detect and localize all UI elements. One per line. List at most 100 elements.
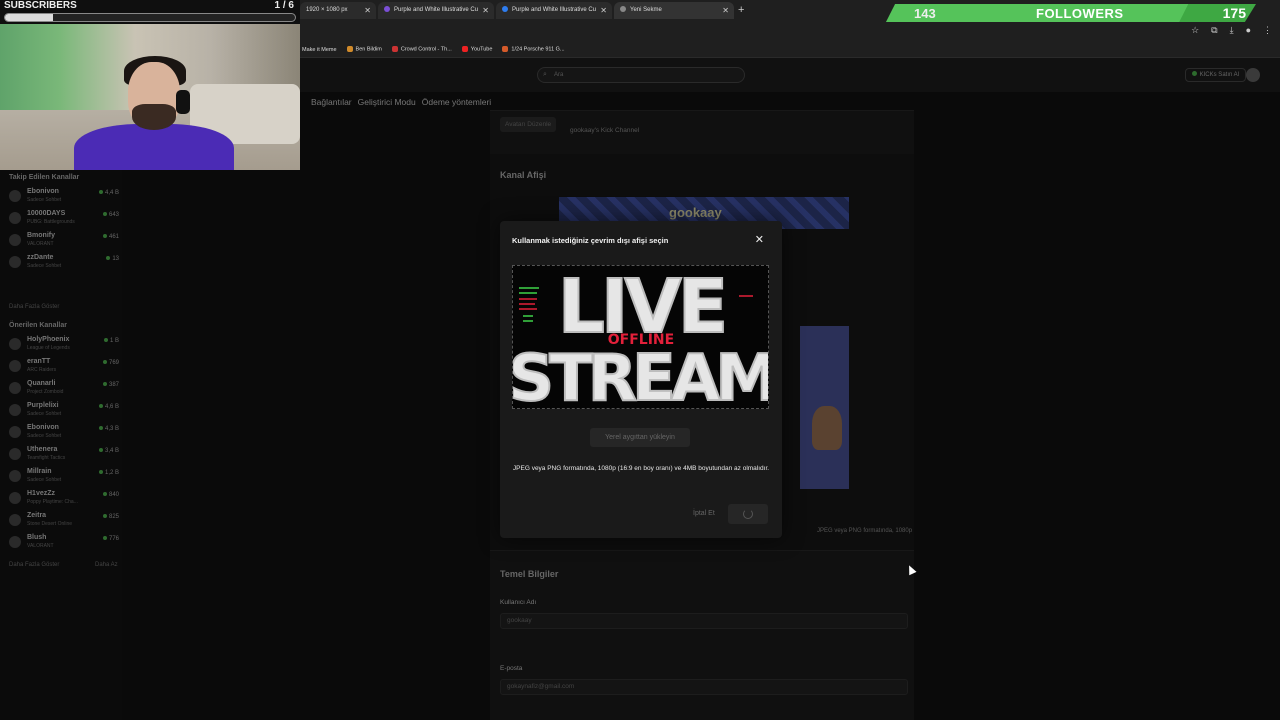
sidebar-channel[interactable]: zzDante Sadece Sohbet 13	[9, 252, 119, 274]
avatar	[9, 360, 21, 372]
followers-goal-value: 175	[1222, 5, 1246, 21]
sidebar-channel[interactable]: eranTT ARC Raiders 769	[9, 356, 119, 378]
banner-title: Kanal Afişi	[500, 170, 547, 180]
avatar	[9, 426, 21, 438]
search-icon: ⌕	[543, 71, 547, 78]
kicks-icon	[1191, 71, 1197, 76]
plus-icon[interactable]: +	[738, 2, 744, 18]
followers-current: 143	[914, 6, 936, 21]
sidebar-channel[interactable]: Purplelixi Sadece Sohbet 4,6 B	[9, 400, 119, 422]
close-icon[interactable]: ✕	[755, 233, 764, 246]
upload-from-device-button[interactable]: Yerel aygıttan yükleyin	[590, 428, 690, 447]
avatar	[9, 448, 21, 460]
sidebar-channel[interactable]: Millrain Sadece Sohbet 1,2 B	[9, 466, 119, 488]
close-tab-icon[interactable]: ✕	[482, 2, 489, 19]
settings-tabs: Bağlantılar Geliştirici Modu Ödeme yönte…	[311, 97, 491, 107]
avatar	[9, 190, 21, 202]
avatar[interactable]	[1246, 68, 1260, 82]
username-field[interactable]: gookaay	[500, 613, 908, 629]
save-button[interactable]	[728, 504, 768, 524]
file-requirements-text: JPEG veya PNG formatında, 1080p (16:9 en…	[512, 465, 770, 472]
avatar	[9, 234, 21, 246]
bookmark-item[interactable]: Make it Meme	[302, 47, 337, 53]
channel-name: gookaay's Kick Channel	[570, 127, 640, 134]
avatar	[9, 404, 21, 416]
edit-avatar-button[interactable]: Avatarı Düzenle	[500, 117, 557, 132]
sidebar-channel[interactable]: Uthenera Teamfight Tactics 3,4 B	[9, 444, 119, 466]
offline-banner-preview	[800, 326, 849, 489]
sidebar-channel[interactable]: H1vezZz Poppy Playtime: Cha... 840	[9, 488, 119, 510]
cancel-button[interactable]: İptal Et	[693, 510, 715, 517]
avatar	[9, 212, 21, 224]
tab-developer-mode[interactable]: Geliştirici Modu	[358, 97, 416, 107]
sidebar-channel[interactable]: Quanarli Project Zomboid 387	[9, 378, 119, 400]
webcam-feed	[0, 24, 300, 170]
sidebar-channel[interactable]: Ebonivon Sadece Sohbet 4,3 B	[9, 422, 119, 444]
browser-tab[interactable]: Purple and White Illustrative Cu ✕	[378, 2, 494, 19]
recommended-channels-title: Önerilen Kanallar	[9, 322, 67, 329]
chrome-icon	[620, 6, 626, 13]
subscribers-label: SUBSCRIBERS	[4, 0, 77, 11]
sidebar: Takip Edilen Kanallar Ebonivon Sadece Soh…	[0, 170, 122, 720]
followers-goal: 143 FOLLOWERS 175	[886, 4, 1256, 22]
browser-tab-active[interactable]: Yeni Sekme ✕	[614, 2, 734, 19]
subscribers-progress-bar	[4, 13, 296, 22]
close-tab-icon[interactable]: ✕	[722, 2, 729, 19]
search-input[interactable]: ⌕ Ara	[537, 67, 745, 83]
avatar	[9, 256, 21, 268]
bookmarks-bar: Make it Meme Ben Bildim Crowd Control - …	[300, 42, 1280, 58]
bookmark-item[interactable]: Ben Bildim	[346, 46, 382, 53]
offline-hint: JPEG veya PNG formatında, 1080p	[817, 528, 913, 534]
basic-info-title: Temel Bilgiler	[500, 569, 559, 579]
avatar	[9, 492, 21, 504]
browser-tab[interactable]: 1920 × 1080 px ✕	[300, 2, 376, 19]
sidebar-channel[interactable]: 10000DAYS PUBG: Battlegrounds 643	[9, 208, 119, 230]
dialog-title: Kullanmak istediğiniz çevrim dışı afişi …	[512, 236, 669, 245]
bookmark-icon	[391, 46, 398, 53]
buy-kicks-button[interactable]: KICKs Satın Al	[1184, 68, 1246, 82]
bookmark-icon	[502, 46, 509, 53]
avatar	[9, 536, 21, 548]
offline-banner-image[interactable]: LIVE STREAM OFFLINE	[512, 265, 769, 409]
tab-payment-methods[interactable]: Ödeme yöntemleri	[422, 97, 491, 107]
tab-connections[interactable]: Bağlantılar	[311, 97, 352, 107]
username-label: Kullanıcı Adı	[500, 599, 537, 606]
sidebar-channel[interactable]: Bmonify VALORANT 461	[9, 230, 119, 252]
avatar	[9, 338, 21, 350]
show-more-followed[interactable]: Daha Fazla Göster	[9, 304, 59, 310]
download-icon[interactable]: ⤓	[1230, 25, 1234, 36]
close-tab-icon[interactable]: ✕	[600, 2, 607, 19]
offline-banner-dialog: Kullanmak istediğiniz çevrim dışı afişi …	[500, 221, 782, 538]
canva-icon	[502, 6, 508, 13]
avatar	[9, 514, 21, 526]
avatar	[9, 382, 21, 394]
sidebar-channel[interactable]: Ebonivon Sadece Sohbet 4,4 B	[9, 186, 119, 208]
sidebar-channel[interactable]: Blush VALORANT 776	[9, 532, 119, 554]
address-bar-row: ☆ ⧉ ⤓ ● ⋮	[300, 20, 1280, 42]
menu-icon[interactable]: ⋮	[1263, 25, 1272, 36]
show-more-recommended[interactable]: Daha Fazla Göster	[9, 562, 59, 568]
bookmark-item[interactable]: 1/24 Porsche 911 G...	[502, 46, 565, 53]
subscribers-goal: SUBSCRIBERS 1 / 6	[0, 0, 300, 24]
email-field[interactable]: gokaynafiz@gmail.com	[500, 679, 908, 695]
followed-channels-title: Takip Edilen Kanallar	[9, 174, 80, 181]
avatar	[9, 470, 21, 482]
subscribers-count: 1 / 6	[274, 0, 294, 11]
bookmark-icon	[346, 46, 353, 53]
bookmark-item[interactable]: Crowd Control - Th...	[391, 46, 452, 53]
show-less-recommended[interactable]: Daha Az	[95, 562, 118, 568]
youtube-icon	[461, 46, 468, 53]
followers-label: FOLLOWERS	[1036, 6, 1124, 21]
profile-icon[interactable]: ●	[1246, 25, 1251, 36]
close-tab-icon[interactable]: ✕	[364, 2, 371, 19]
extensions-icon[interactable]: ⧉	[1211, 25, 1217, 36]
star-icon[interactable]: ☆	[1191, 25, 1199, 36]
browser-tab[interactable]: Purple and White Illustrative Cu ✕	[496, 2, 612, 19]
email-label: E-posta	[500, 665, 523, 672]
basic-info-panel: Temel Bilgiler Kullanıcı Adı gookaay E-p…	[490, 550, 914, 720]
sidebar-channel[interactable]: Zeitra Stone Desert Online 825	[9, 510, 119, 532]
canva-icon	[384, 6, 390, 13]
bookmark-item[interactable]: YouTube	[461, 46, 492, 53]
site-header: ⌕ Ara KICKs Satın Al	[300, 58, 1280, 92]
sidebar-channel[interactable]: HolyPhoenix League of Legends 1 B	[9, 334, 119, 356]
